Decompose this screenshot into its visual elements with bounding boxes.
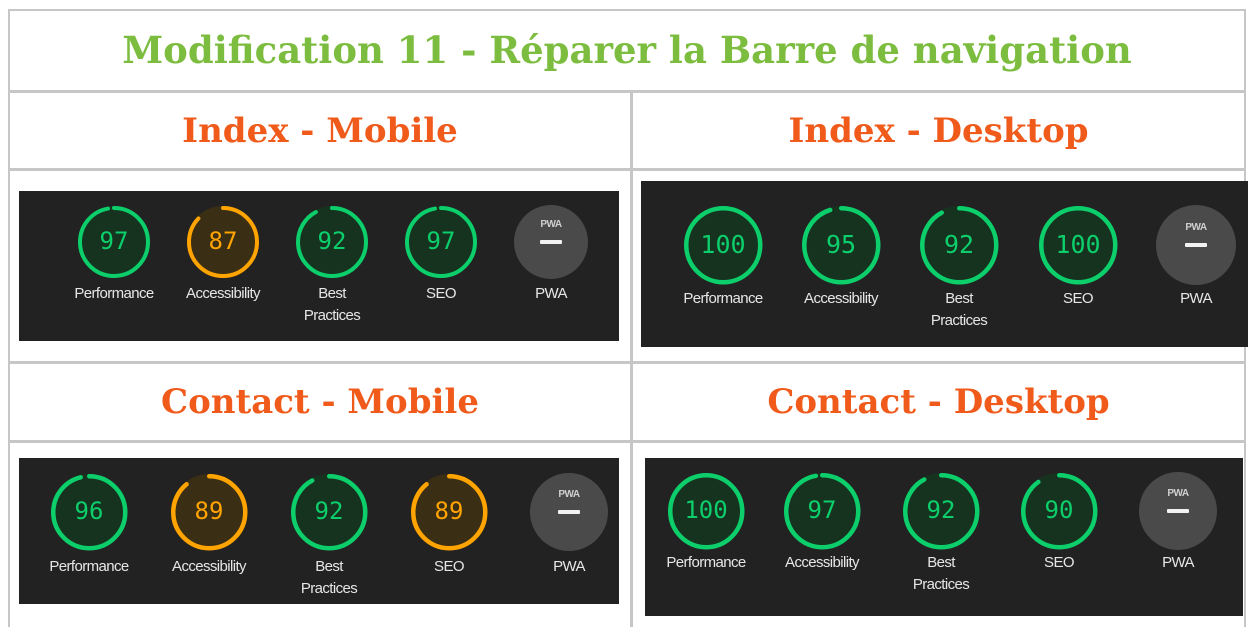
gauge-label: Accessibility	[139, 556, 279, 578]
lighthouse-panel-contact-mobile: 96 Performance 89 Accessibility 92 Best Practi…	[19, 458, 619, 604]
pwa-tag: PWA	[1167, 488, 1189, 499]
gauge-label-line: Practices	[300, 580, 358, 597]
score-value: 95	[825, 229, 857, 259]
gauge-seo[interactable]: 100 SEO	[1028, 181, 1128, 347]
pwa-tag: PWA	[540, 219, 562, 230]
gauge-label-line: Accessibility	[804, 290, 878, 307]
gauge-best-practices[interactable]: 92 Best Practices	[282, 191, 382, 341]
gauge-label: PWA	[1126, 288, 1250, 310]
gauge-label-line: Best	[927, 554, 955, 571]
gauge-best-practices[interactable]: 92 Best Practices	[909, 181, 1009, 347]
score-value: 89	[194, 497, 224, 526]
score-value: 89	[434, 497, 464, 526]
page-title: Modification 11 - Réparer la Barre de na…	[122, 28, 1132, 72]
gauge-label-line: PWA	[535, 285, 567, 302]
score-value: 90	[1044, 496, 1074, 525]
gauge-label-line: Best	[945, 290, 973, 307]
gauge-seo[interactable]: 90 SEO	[1009, 458, 1109, 616]
gauge-label-line: Performance	[683, 290, 763, 307]
score-value: 100	[700, 229, 746, 259]
pwa-dash-icon	[558, 510, 580, 514]
pwa-tag: PWA	[558, 489, 580, 500]
lighthouse-panel-contact-desktop: 100 Performance 97 Accessibility 92 Best Pract…	[645, 458, 1243, 616]
gauge-label-line: PWA	[1180, 290, 1212, 307]
gauge-label-line: PWA	[553, 558, 585, 575]
gauge-best-practices[interactable]: 92 Best Practices	[279, 458, 379, 604]
gauge-pwa[interactable]: PWA PWA	[1128, 458, 1228, 616]
score-value: 100	[684, 496, 728, 525]
gauge-label-line: Accessibility	[785, 554, 859, 571]
gauge-label: PWA	[481, 283, 621, 305]
section-title-index-desktop: Index - Desktop	[788, 111, 1089, 151]
score-value: 97	[807, 496, 837, 525]
gauge-pwa[interactable]: PWA PWA	[519, 458, 619, 604]
gauge-seo[interactable]: 89 SEO	[399, 458, 499, 604]
section-title-contact-mobile: Contact - Mobile	[161, 382, 479, 422]
gauge-label: PWA	[1108, 552, 1248, 574]
gauge-label-line: SEO	[426, 285, 456, 302]
gauge-pwa[interactable]: PWA PWA	[501, 191, 601, 341]
gauge-performance[interactable]: 97 Performance	[64, 191, 164, 341]
section-title-index-mobile: Index - Mobile	[182, 111, 458, 151]
score-value: 92	[926, 496, 956, 525]
gauge-performance[interactable]: 100 Performance	[656, 458, 756, 616]
gauge-accessibility[interactable]: 97 Accessibility	[772, 458, 872, 616]
gauge-performance[interactable]: 96 Performance	[39, 458, 139, 604]
gauge-label-line: Best	[318, 285, 346, 302]
lighthouse-panel-index-desktop: 100 Performance 95 Accessibility 92 Best Pract…	[641, 181, 1248, 347]
gauge-pwa[interactable]: PWA PWA	[1146, 181, 1246, 347]
score-value: 97	[99, 227, 129, 256]
gauge-label-line: SEO	[434, 558, 464, 575]
gauge-label: Performance	[19, 556, 159, 578]
score-value: 92	[943, 229, 975, 259]
gauge-label-line: SEO	[1044, 554, 1074, 571]
section-title-contact-desktop: Contact - Desktop	[767, 382, 1110, 422]
gauge-label-line: SEO	[1063, 290, 1093, 307]
gauge-label-line: PWA	[1162, 554, 1194, 571]
gauge-performance[interactable]: 100 Performance	[673, 181, 773, 347]
score-value: 97	[426, 227, 456, 256]
gauge-accessibility[interactable]: 87 Accessibility	[173, 191, 273, 341]
gauge-label-line: Accessibility	[186, 285, 260, 302]
gauge-label-line: Performance	[666, 554, 746, 571]
pwa-dash-icon	[540, 240, 562, 244]
gauge-label-line: Accessibility	[172, 558, 246, 575]
score-value: 87	[208, 227, 238, 256]
pwa-dash-icon	[1167, 509, 1189, 513]
gauge-label: Best Practices	[259, 556, 399, 600]
score-value: 96	[74, 497, 104, 526]
gauge-seo[interactable]: 97 SEO	[391, 191, 491, 341]
score-value: 100	[1055, 229, 1101, 259]
pwa-dash-icon	[1185, 243, 1207, 247]
gauge-label-line: Practices	[930, 312, 988, 329]
gauge-label-line: Performance	[74, 285, 154, 302]
gauge-label-line: Practices	[303, 307, 361, 324]
gauge-accessibility[interactable]: 89 Accessibility	[159, 458, 259, 604]
score-value: 92	[314, 497, 344, 526]
gauge-label: PWA	[499, 556, 639, 578]
gauge-best-practices[interactable]: 92 Best Practices	[891, 458, 991, 616]
gauge-accessibility[interactable]: 95 Accessibility	[791, 181, 891, 347]
gauge-label-line: Practices	[912, 576, 970, 593]
score-value: 92	[317, 227, 347, 256]
gauge-label-line: Performance	[49, 558, 129, 575]
divider-columns	[630, 92, 633, 627]
lighthouse-panel-index-mobile: 97 Performance 87 Accessibility 92 Best Practi…	[19, 191, 619, 341]
pwa-tag: PWA	[1185, 222, 1207, 233]
gauge-label: SEO	[379, 556, 519, 578]
gauge-label-line: Best	[315, 558, 343, 575]
